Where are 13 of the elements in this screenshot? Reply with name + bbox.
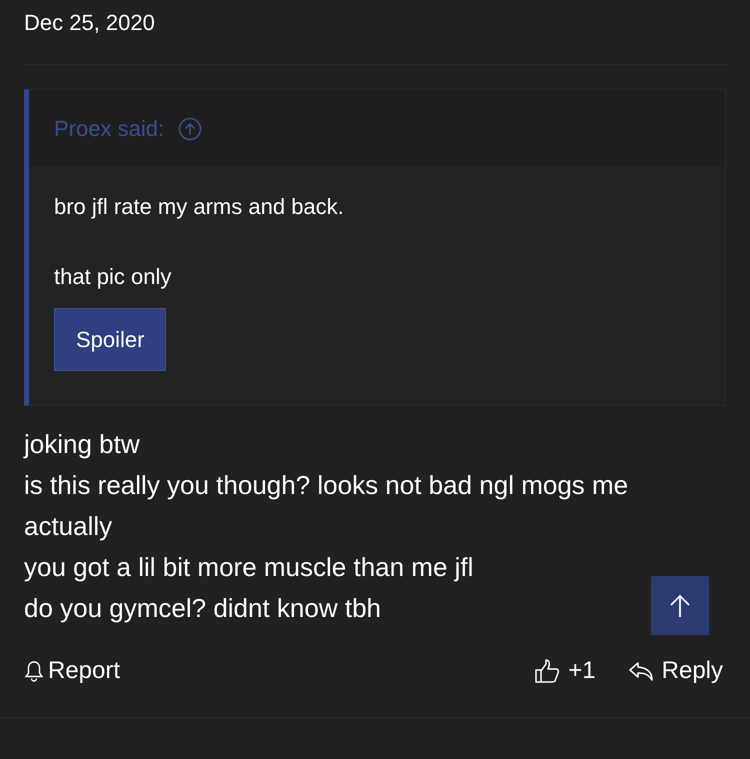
post-text: you got a lil bit more muscle than me jfl <box>24 551 474 584</box>
scroll-to-top-button[interactable] <box>651 576 709 635</box>
post-text: do you gymcel? didnt know tbh <box>24 592 382 625</box>
quote-text: bro jfl rate my arms and back. <box>54 194 345 220</box>
spoiler-button[interactable]: Spoiler <box>54 308 166 371</box>
reply-link[interactable]: Reply <box>628 657 723 685</box>
post-text: joking btw <box>24 428 141 461</box>
post-date: Dec 25, 2020 <box>24 10 156 36</box>
thumbs-up-icon <box>534 658 560 684</box>
report-link[interactable]: Report <box>24 657 120 685</box>
bell-icon <box>24 659 44 683</box>
quote-text: that pic only <box>54 264 172 290</box>
like-button[interactable]: +1 <box>534 657 596 685</box>
